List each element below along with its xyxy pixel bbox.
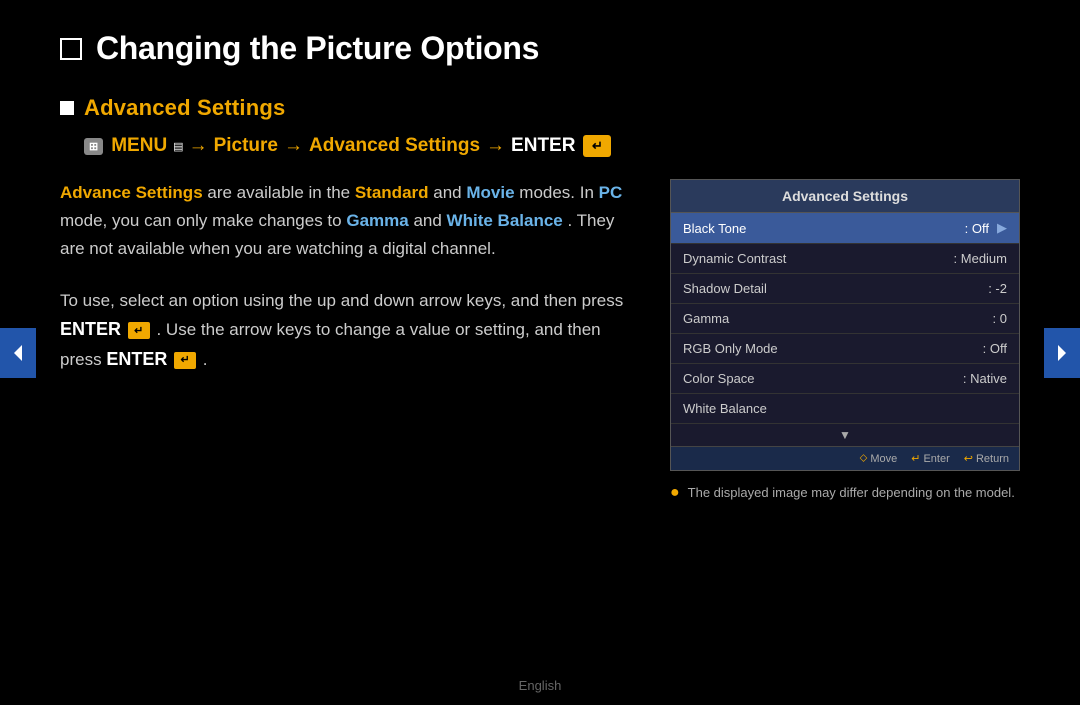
instr-text3: .	[203, 350, 208, 369]
settings-item[interactable]: White Balance	[671, 394, 1019, 424]
return-icon: ↩	[964, 452, 973, 465]
desc-part1: are available in the	[207, 183, 350, 202]
settings-item-arrow-icon: ▶	[997, 220, 1007, 236]
settings-item-value: : -2	[988, 281, 1007, 296]
desc-part5: and	[413, 211, 446, 230]
settings-item-value: : Off	[983, 341, 1007, 356]
page-title: Changing the Picture Options	[96, 30, 539, 67]
settings-item[interactable]: Color Space: Native	[671, 364, 1019, 394]
instr-enter2: ENTER	[106, 349, 167, 369]
section-square-icon	[60, 101, 74, 115]
settings-item-value: : 0	[993, 311, 1007, 326]
white-balance-label: White Balance	[447, 211, 563, 230]
enter-icon-inline1: ↵	[128, 322, 150, 339]
title-checkbox	[60, 38, 82, 60]
footer-move-label: Move	[870, 453, 897, 465]
enter-icon-inline2: ↵	[174, 352, 196, 369]
standard-label: Standard	[355, 183, 429, 202]
settings-panel: Advanced Settings Black Tone: Off▶Dynami…	[670, 179, 1020, 471]
settings-item-name: Shadow Detail	[683, 281, 988, 296]
settings-footer: ⬦ Move ↵ Enter ↩ Return	[671, 446, 1019, 470]
move-icon: ⬦	[860, 452, 868, 465]
panel-note: ● The displayed image may differ dependi…	[670, 483, 1020, 503]
description-paragraph: Advance Settings are available in the St…	[60, 179, 630, 263]
page-title-row: Changing the Picture Options	[60, 30, 1020, 67]
note-text: The displayed image may differ depending…	[688, 483, 1015, 503]
settings-item[interactable]: Black Tone: Off ▶	[671, 213, 1019, 244]
pc-label: PC	[599, 183, 623, 202]
settings-item-name: Color Space	[683, 371, 963, 386]
settings-item-name: RGB Only Mode	[683, 341, 983, 356]
settings-item-name: Black Tone	[683, 221, 965, 236]
page-footer: English	[0, 678, 1080, 693]
nav-arrow-right[interactable]	[1044, 328, 1080, 378]
instr-text1: To use, select an option using the up an…	[60, 291, 623, 310]
note-bullet-icon: ●	[670, 484, 680, 502]
footer-return: ↩ Return	[964, 452, 1009, 465]
settings-item[interactable]: Gamma: 0	[671, 304, 1019, 334]
arrow2: →	[284, 135, 303, 157]
picture-label: Picture	[214, 135, 278, 157]
left-column: Advance Settings are available in the St…	[60, 179, 640, 375]
advance-settings-label: Advance Settings	[60, 183, 203, 202]
left-arrow-icon	[8, 343, 28, 363]
section-title: Advanced Settings	[84, 95, 285, 121]
movie-label: Movie	[466, 183, 514, 202]
footer-language: English	[519, 678, 562, 693]
settings-item[interactable]: Shadow Detail: -2	[671, 274, 1019, 304]
arrow3: →	[486, 135, 505, 157]
arrow1: →	[189, 135, 208, 157]
settings-item-value: : Native	[963, 371, 1007, 386]
desc-part3: modes. In	[519, 183, 598, 202]
menu-label: MENU	[111, 135, 167, 157]
footer-move: ⬦ Move	[860, 452, 898, 465]
right-arrow-icon	[1052, 343, 1072, 363]
settings-item-name: White Balance	[683, 401, 1007, 416]
desc-part4: mode, you can only make changes to	[60, 211, 346, 230]
menu-lines-icon: ▤	[173, 140, 182, 153]
nav-arrow-left[interactable]	[0, 328, 36, 378]
advanced-settings-path-label: Advanced Settings	[309, 135, 480, 157]
desc-part2: and	[433, 183, 466, 202]
settings-panel-title: Advanced Settings	[671, 180, 1019, 213]
settings-item-value: : Off	[965, 221, 989, 236]
enter-footer-icon: ↵	[911, 452, 920, 465]
content-area: Advance Settings are available in the St…	[60, 179, 1020, 503]
enter-icon: ↵	[583, 135, 611, 157]
settings-list: Black Tone: Off▶Dynamic Contrast: Medium…	[671, 213, 1019, 424]
enter-label: ENTER	[511, 135, 575, 157]
settings-item[interactable]: RGB Only Mode: Off	[671, 334, 1019, 364]
right-column: Advanced Settings Black Tone: Off▶Dynami…	[670, 179, 1020, 503]
settings-item-name: Gamma	[683, 311, 993, 326]
footer-return-label: Return	[976, 453, 1009, 465]
settings-item-value: : Medium	[954, 251, 1007, 266]
down-arrow: ▼	[671, 424, 1019, 446]
page-container: Changing the Picture Options Advanced Se…	[0, 0, 1080, 705]
menu-path: ⊞ MENU ▤ → Picture → Advanced Settings →…	[84, 135, 1020, 157]
gamma-label: Gamma	[346, 211, 408, 230]
menu-icon-m: ⊞	[89, 140, 98, 153]
instruction-paragraph: To use, select an option using the up an…	[60, 287, 630, 374]
menu-icon: ⊞	[84, 138, 103, 155]
section-heading: Advanced Settings	[60, 95, 1020, 121]
instr-enter1: ENTER	[60, 319, 121, 339]
settings-item-name: Dynamic Contrast	[683, 251, 954, 266]
footer-enter: ↵ Enter	[911, 452, 950, 465]
footer-enter-label: Enter	[923, 453, 949, 465]
settings-item[interactable]: Dynamic Contrast: Medium	[671, 244, 1019, 274]
